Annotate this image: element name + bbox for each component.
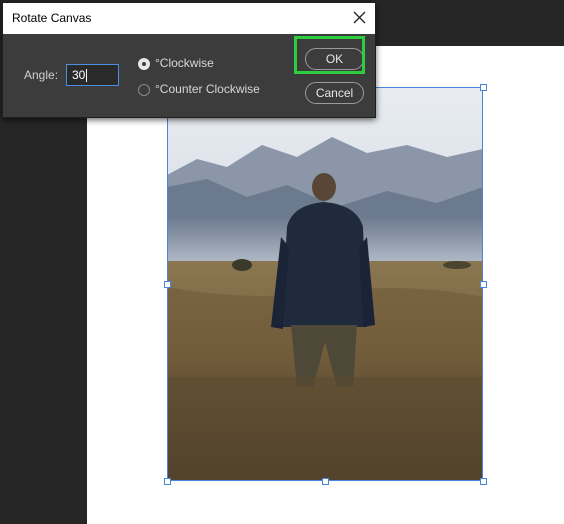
angle-input[interactable]: 30 (66, 64, 119, 86)
resize-handle-middle-right[interactable] (480, 281, 487, 288)
resize-handle-bottom-right[interactable] (480, 478, 487, 485)
rotate-canvas-dialog: Rotate Canvas Angle: 30 °Clockwise °Coun… (2, 2, 376, 118)
cancel-button[interactable]: Cancel (305, 82, 364, 104)
clockwise-radio[interactable] (138, 58, 150, 70)
clockwise-label[interactable]: °Clockwise (155, 56, 214, 70)
angle-label: Angle: (24, 68, 59, 82)
text-caret (86, 69, 88, 83)
dialog-title: Rotate Canvas (12, 11, 92, 25)
photo-image (167, 87, 483, 481)
close-icon[interactable] (352, 10, 367, 25)
resize-handle-top-right[interactable] (480, 84, 487, 91)
resize-handle-bottom-left[interactable] (164, 478, 171, 485)
angle-value: 30 (72, 68, 86, 82)
counter-clockwise-radio[interactable] (138, 84, 150, 96)
canvas-photo (167, 87, 483, 481)
counter-clockwise-label[interactable]: °Counter Clockwise (155, 82, 260, 96)
resize-handle-bottom-center[interactable] (322, 478, 329, 485)
ok-button[interactable]: OK (305, 48, 364, 70)
dialog-titlebar[interactable]: Rotate Canvas (3, 3, 375, 34)
resize-handle-middle-left[interactable] (164, 281, 171, 288)
